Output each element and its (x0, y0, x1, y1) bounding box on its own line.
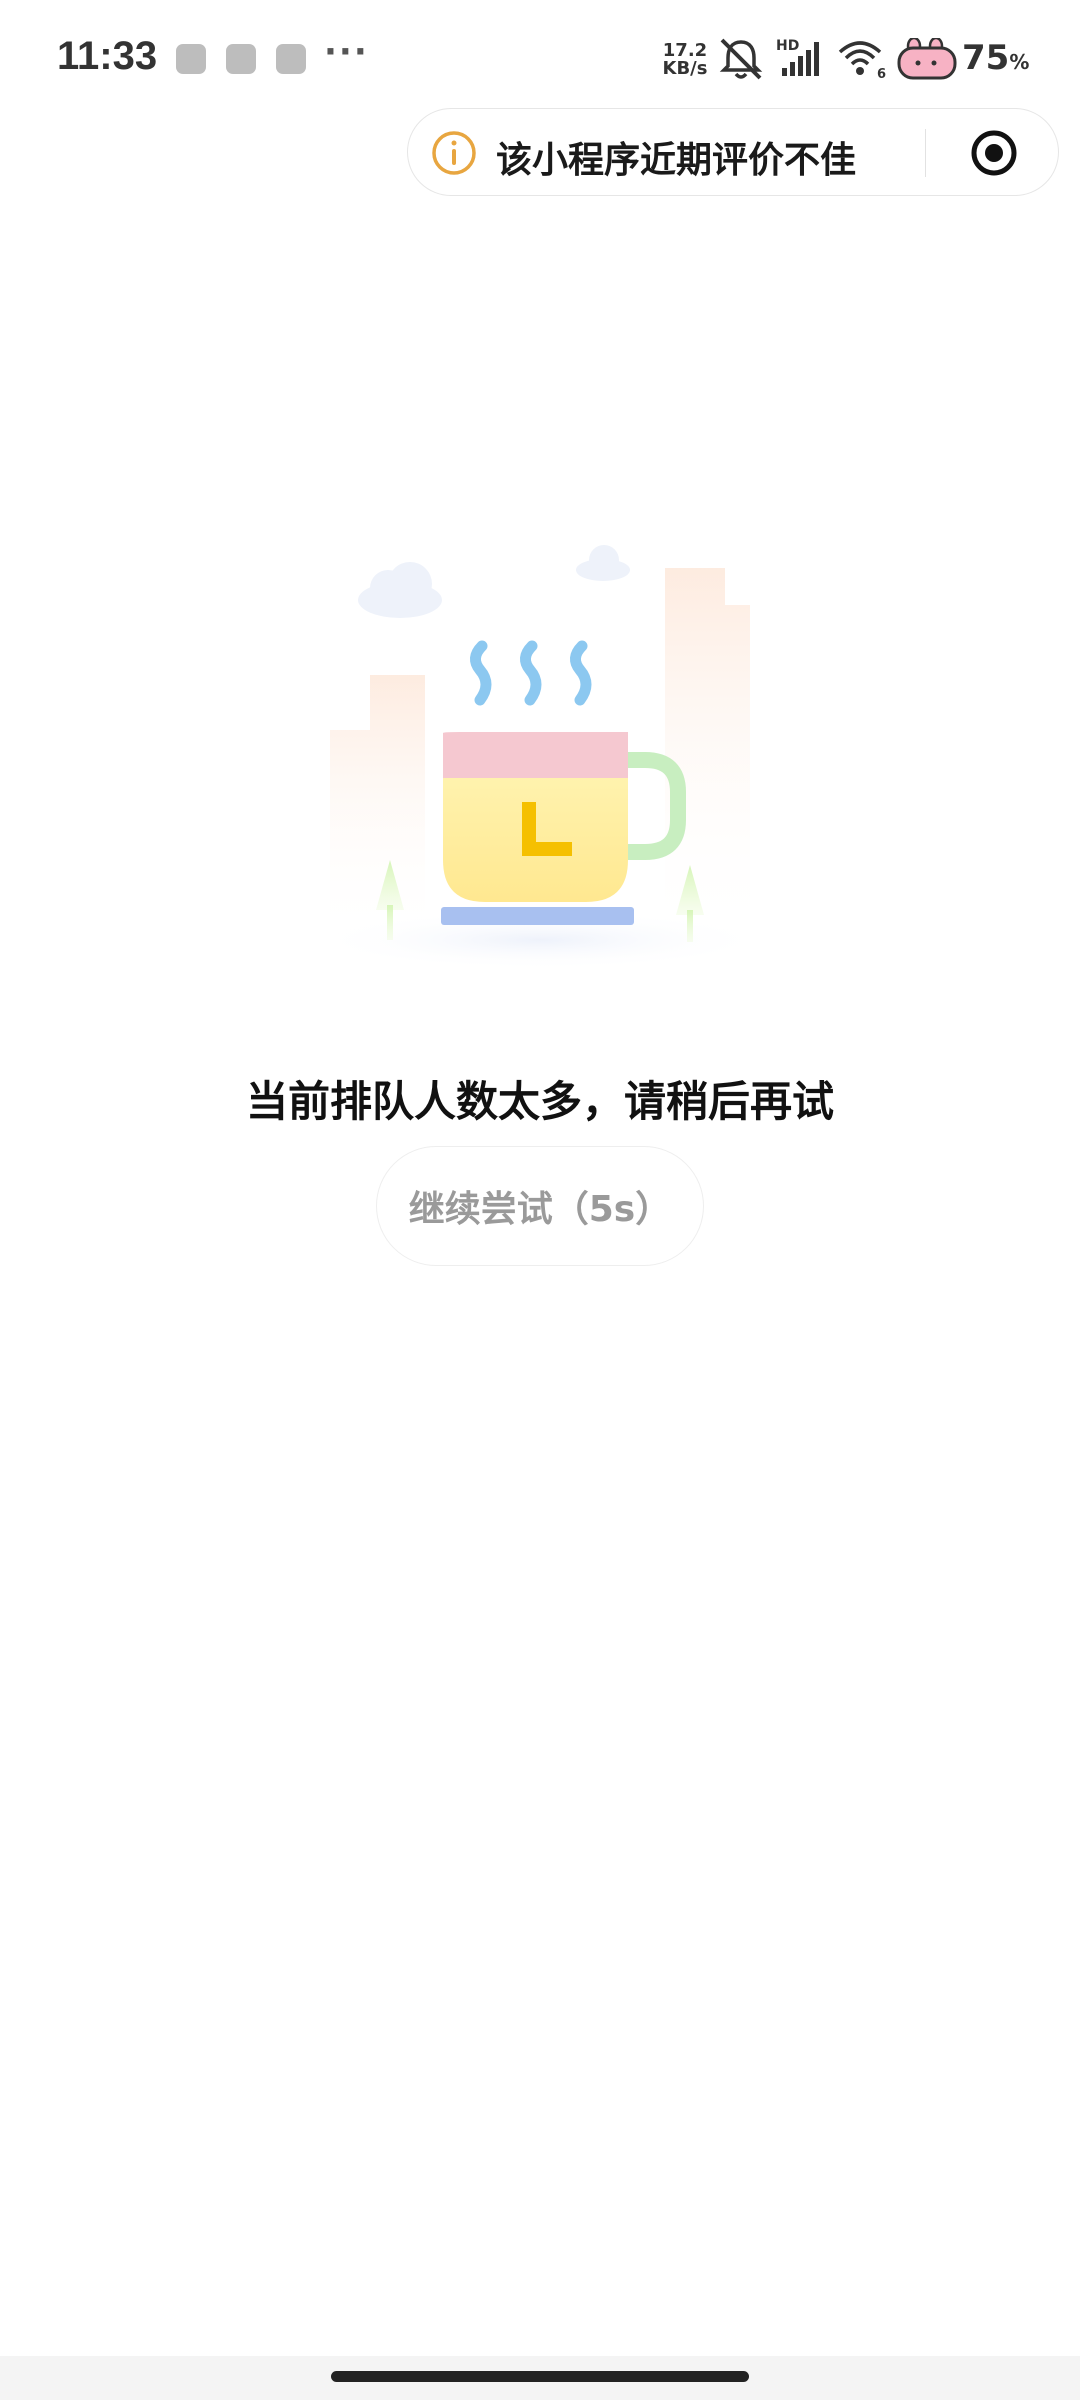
more-notifications-icon: ··· (324, 32, 369, 72)
steam-icon (470, 640, 592, 706)
battery-percent: 75% (962, 38, 1029, 78)
signal-hd-label: HD (776, 38, 799, 54)
wifi-6-label: 6 (877, 67, 886, 80)
wechat-icon (176, 44, 206, 74)
weibo-icon (276, 44, 306, 74)
rating-warning-text[interactable]: 该小程序近期评价不佳 (496, 131, 856, 183)
coffee-cup-clock-illustration (310, 545, 770, 970)
battery-bunny-icon (897, 38, 957, 80)
battery-value: 75 (962, 38, 1010, 78)
screen: 11:33 ··· 17.2 KB/s HD 6 75% 该小程序近期评价不佳 … (0, 0, 1080, 2400)
network-speed: 17.2 KB/s (660, 42, 710, 78)
network-speed-unit: KB/s (662, 58, 708, 79)
capsule-divider (925, 129, 926, 177)
retry-button[interactable]: 继续尝试（5s） (376, 1146, 704, 1266)
warning-info-icon[interactable] (430, 129, 478, 177)
saucer (441, 907, 634, 925)
mute-bell-icon (719, 38, 763, 80)
home-indicator[interactable] (331, 2371, 749, 2382)
fish-app-icon (226, 44, 256, 74)
close-mini-program-icon[interactable] (970, 129, 1018, 177)
cellular-signal-icon: HD (776, 38, 819, 76)
gesture-nav-area (0, 2356, 1080, 2400)
clock: 11:33 (57, 34, 158, 78)
mini-program-capsule: 该小程序近期评价不佳 (407, 108, 1059, 196)
clouds (358, 545, 630, 618)
queue-message: 当前排队人数太多，请稍后再试 (245, 1077, 834, 1126)
wifi-icon: 6 (838, 41, 886, 80)
status-bar: 11:33 ··· 17.2 KB/s HD 6 75% (0, 0, 1080, 110)
battery-unit: % (1009, 50, 1030, 74)
